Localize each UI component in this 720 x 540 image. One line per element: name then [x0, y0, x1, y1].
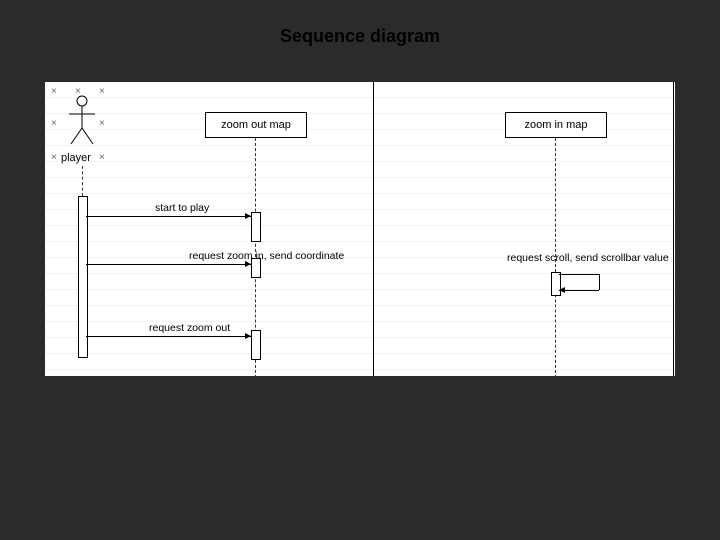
- message-label: request zoom in, send coordinate: [189, 250, 344, 262]
- page-title: Sequence diagram: [0, 26, 720, 47]
- actor-label: player: [61, 152, 91, 164]
- activation-zoom-out-3: [251, 330, 261, 360]
- self-call-out: [559, 274, 599, 275]
- lifeline-player: [82, 166, 83, 196]
- message-label: request scroll, send scrollbar value: [507, 252, 669, 264]
- arrow-icon: [245, 213, 251, 219]
- message-request-zoom-in: [86, 264, 251, 265]
- message-start-to-play: [86, 216, 251, 217]
- handle-icon: ×: [51, 86, 57, 97]
- handle-icon: ×: [51, 118, 57, 129]
- message-request-zoom-out: [86, 336, 251, 337]
- object-zoom-out: zoom out map: [205, 112, 307, 138]
- stick-figure-icon: [67, 94, 97, 146]
- right-edge-line: [673, 82, 674, 376]
- message-label: start to play: [155, 202, 209, 214]
- activation-zoom-out-1: [251, 212, 261, 242]
- self-call-down: [599, 274, 600, 290]
- self-call-return: [559, 290, 599, 291]
- actor-player: [67, 94, 97, 146]
- message-label: request zoom out: [149, 322, 230, 334]
- separator-line: [373, 82, 374, 376]
- sequence-diagram: × × × × × × × player zoom out map zoom i…: [45, 82, 675, 376]
- activation-player: [78, 196, 88, 358]
- arrow-icon: [559, 287, 565, 293]
- handle-icon: ×: [99, 86, 105, 97]
- arrow-icon: [245, 333, 251, 339]
- handle-icon: ×: [99, 152, 105, 163]
- handle-icon: ×: [99, 118, 105, 129]
- handle-icon: ×: [51, 152, 57, 163]
- object-zoom-in: zoom in map: [505, 112, 607, 138]
